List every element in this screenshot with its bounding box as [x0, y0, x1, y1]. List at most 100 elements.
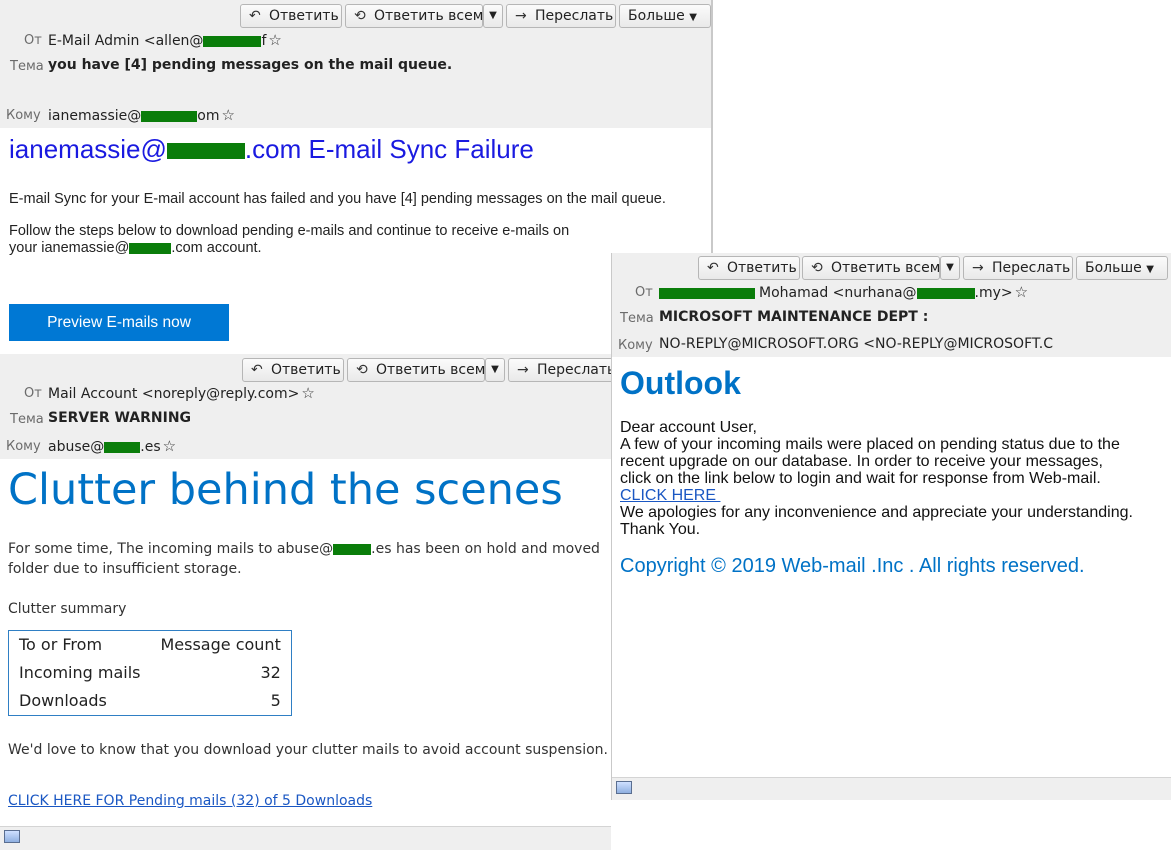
reply-button[interactable]: ↶ Ответить	[242, 358, 344, 382]
status-bar	[0, 826, 611, 850]
redaction	[333, 543, 372, 555]
subject-label: Тема	[10, 59, 44, 74]
star-icon[interactable]: ☆	[268, 31, 281, 49]
star-icon[interactable]: ☆	[163, 437, 176, 455]
reply-all-icon: ⟲	[354, 8, 366, 24]
star-icon[interactable]: ☆	[1015, 283, 1028, 301]
outlook-heading: Outlook	[620, 365, 741, 401]
chevron-down-icon: ▼	[491, 364, 499, 375]
reply-all-button[interactable]: ⟲ Ответить всем	[347, 358, 485, 382]
email-pane-1: ↶ Ответить ⟲ Ответить всем ▼ → Переслать Бо…	[0, 0, 713, 354]
chevron-down-icon: ▼	[1146, 264, 1154, 275]
subject-label: Тема	[10, 412, 44, 427]
table-row: Incoming mails 32	[9, 659, 292, 687]
forward-button[interactable]: → Переслать	[508, 358, 611, 382]
pending-mails-link[interactable]: CLICK HERE FOR Pending mails (32) of 5 D…	[8, 793, 372, 809]
to-value[interactable]: ianemassie@ om ☆	[48, 106, 235, 124]
table-cell: 32	[260, 663, 281, 682]
reply-all-icon: ⟲	[356, 362, 368, 378]
message-line: recent upgrade on our database. In order…	[620, 453, 1103, 470]
message-paragraph: E-mail Sync for your E-mail account has …	[9, 191, 666, 207]
chevron-down-icon: ▼	[489, 10, 497, 21]
subject-value: SERVER WARNING	[48, 410, 192, 426]
to-value[interactable]: abuse@ .es ☆	[48, 437, 176, 455]
table-header: Message count	[160, 635, 281, 654]
message-heading: Clutter behind the scenes	[8, 465, 563, 515]
chevron-down-icon: ▼	[689, 12, 697, 23]
star-icon[interactable]: ☆	[221, 106, 234, 124]
email-header: ↶ Ответить ⟲ Ответить всем ▼ → Переслать Бо…	[612, 253, 1171, 357]
reply-button[interactable]: ↶ Ответить	[698, 256, 800, 280]
message-paragraph: folder due to insufficient storage.	[8, 561, 242, 577]
forward-icon: →	[972, 260, 984, 276]
redaction	[129, 242, 172, 254]
greeting: Dear account User,	[620, 419, 757, 436]
reply-all-icon: ⟲	[811, 260, 823, 276]
status-bar	[612, 777, 1171, 800]
copyright-text: Copyright © 2019 Web-mail .Inc . All rig…	[620, 555, 1085, 577]
from-label: От	[24, 33, 42, 48]
message-paragraph: For some time, The incoming mails to abu…	[8, 541, 600, 557]
from-label: От	[24, 386, 42, 401]
reply-all-button[interactable]: ⟲ Ответить всем	[802, 256, 940, 280]
reply-icon: ↶	[707, 260, 719, 276]
message-paragraph: your ianemassie@ .com account.	[9, 240, 262, 256]
email-header: ↶ Ответить ⟲ Ответить всем ▼ → Переслать Бо…	[0, 0, 713, 128]
preview-emails-button[interactable]: Preview E-mails now	[9, 304, 229, 341]
email-body: Outlook Dear account User, A few of your…	[612, 357, 1171, 777]
email-body: Clutter behind the scenes For some time,…	[0, 459, 611, 826]
more-button[interactable]: Больше ▼	[1076, 256, 1168, 280]
message-line: A few of your incoming mails were placed…	[620, 436, 1120, 453]
connection-status-icon	[4, 830, 20, 843]
redaction	[203, 35, 262, 47]
email-body: ianemassie@ .com E-mail Sync Failure E-ma…	[0, 128, 705, 354]
table-cell: 5	[270, 691, 281, 710]
reply-all-button[interactable]: ⟲ Ответить всем	[345, 4, 483, 28]
email-pane-2: ↶ Ответить ⟲ Ответить всем ▼ → Переслать От…	[0, 354, 611, 850]
table-row: Downloads 5	[9, 687, 292, 716]
redaction	[659, 287, 755, 299]
message-line: We apologies for any inconvenience and a…	[620, 504, 1133, 521]
from-value[interactable]: Mohamad <nurhana@ .my> ☆	[659, 283, 1028, 301]
subject-label: Тема	[620, 311, 654, 326]
to-label: Кому	[6, 439, 41, 454]
message-heading: ianemassie@ .com E-mail Sync Failure	[9, 134, 534, 164]
redaction	[916, 287, 975, 299]
reply-button[interactable]: ↶ Ответить	[240, 4, 342, 28]
from-label: От	[635, 285, 653, 300]
forward-button[interactable]: → Переслать	[963, 256, 1073, 280]
click-here-link[interactable]: CLICK HERE	[620, 487, 720, 504]
reply-all-dropdown[interactable]: ▼	[483, 4, 503, 28]
email-pane-3: ↶ Ответить ⟲ Ответить всем ▼ → Переслать Бо…	[611, 253, 1171, 800]
table-cell: Incoming mails	[19, 663, 141, 682]
message-line: click on the link below to login and wai…	[620, 470, 1101, 487]
more-button[interactable]: Больше ▼	[619, 4, 711, 28]
forward-button[interactable]: → Переслать	[506, 4, 616, 28]
from-value[interactable]: E-Mail Admin <allen@ f ☆	[48, 31, 282, 49]
email-header: ↶ Ответить ⟲ Ответить всем ▼ → Переслать От…	[0, 354, 611, 459]
to-label: Кому	[6, 108, 41, 123]
redaction	[166, 143, 245, 160]
reply-icon: ↶	[251, 362, 263, 378]
connection-status-icon	[616, 781, 632, 794]
table-header-row: To or From Message count	[9, 631, 292, 660]
subject-value: MICROSOFT MAINTENANCE DEPT :	[659, 309, 929, 325]
redaction	[104, 441, 141, 453]
forward-icon: →	[517, 362, 529, 378]
redaction	[141, 110, 198, 122]
message-paragraph: We'd love to know that you download your…	[8, 742, 608, 758]
table-header: To or From	[19, 635, 103, 654]
subject-value: you have [4] pending messages on the mai…	[48, 57, 453, 73]
reply-all-dropdown[interactable]: ▼	[485, 358, 505, 382]
star-icon[interactable]: ☆	[301, 384, 314, 402]
message-body-text: Dear account User, A few of your incomin…	[620, 419, 1133, 538]
to-label: Кому	[618, 338, 653, 353]
from-value[interactable]: Mail Account <noreply@reply.com> ☆	[48, 384, 315, 402]
reply-all-dropdown[interactable]: ▼	[940, 256, 960, 280]
reply-icon: ↶	[249, 8, 261, 24]
table-cell: Downloads	[19, 691, 107, 710]
message-line: Thank You.	[620, 521, 701, 538]
to-value[interactable]: NO-REPLY@MICROSOFT.ORG <NO-REPLY@MICROSO…	[659, 336, 1053, 352]
clutter-table: To or From Message count Incoming mails …	[8, 630, 292, 716]
chevron-down-icon: ▼	[946, 262, 954, 273]
